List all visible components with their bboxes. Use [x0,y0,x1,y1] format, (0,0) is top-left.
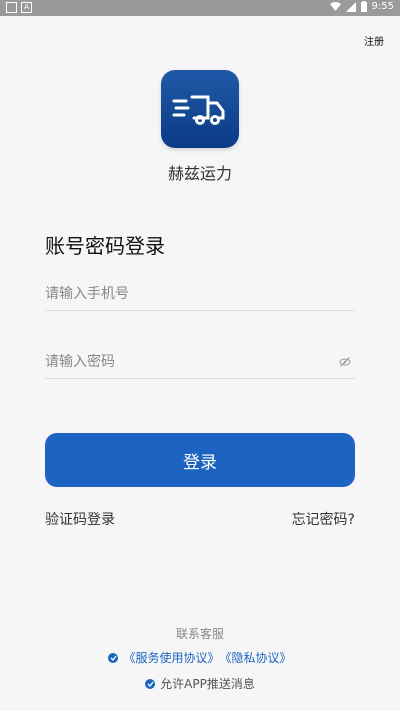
password-input[interactable] [45,348,325,376]
push-row: 允许APP推送消息 [0,675,400,692]
truck-icon [172,95,225,125]
login-button[interactable]: 登录 [45,433,355,487]
signal-icon [345,1,356,12]
phone-field[interactable] [45,280,355,311]
eye-off-icon[interactable] [339,356,351,368]
wifi-icon [329,2,341,11]
phone-input[interactable] [45,280,325,308]
app-logo [161,70,239,148]
forgot-password-link[interactable]: 忘记密码? [292,509,355,529]
code-login-link[interactable]: 验证码登录 [45,509,115,529]
agreement-row: 《服务使用协议》 《隐私协议》 [0,649,400,666]
status-bar: A 9:55 [0,0,400,16]
service-agreement-link[interactable]: 《服务使用协议》 [123,649,219,666]
check-icon [147,681,154,687]
push-checkbox[interactable] [145,678,156,689]
form-title: 账号密码登录 [45,234,165,258]
status-left-icons: A [6,2,32,13]
agreement-checkbox[interactable] [108,652,119,663]
notification-a-icon: A [21,2,32,13]
app-name: 赫兹运力 [167,164,232,183]
check-icon [110,655,117,661]
status-right: 9:55 [329,1,394,12]
push-label: 允许APP推送消息 [160,677,255,691]
battery-icon [360,1,367,12]
contact-service-link[interactable]: 联系客服 [0,625,400,642]
clock: 9:55 [371,1,394,12]
password-field[interactable] [45,348,355,379]
privacy-agreement-link[interactable]: 《隐私协议》 [220,649,292,666]
notification-icon [6,2,17,13]
register-link[interactable]: 注册 [364,33,384,48]
